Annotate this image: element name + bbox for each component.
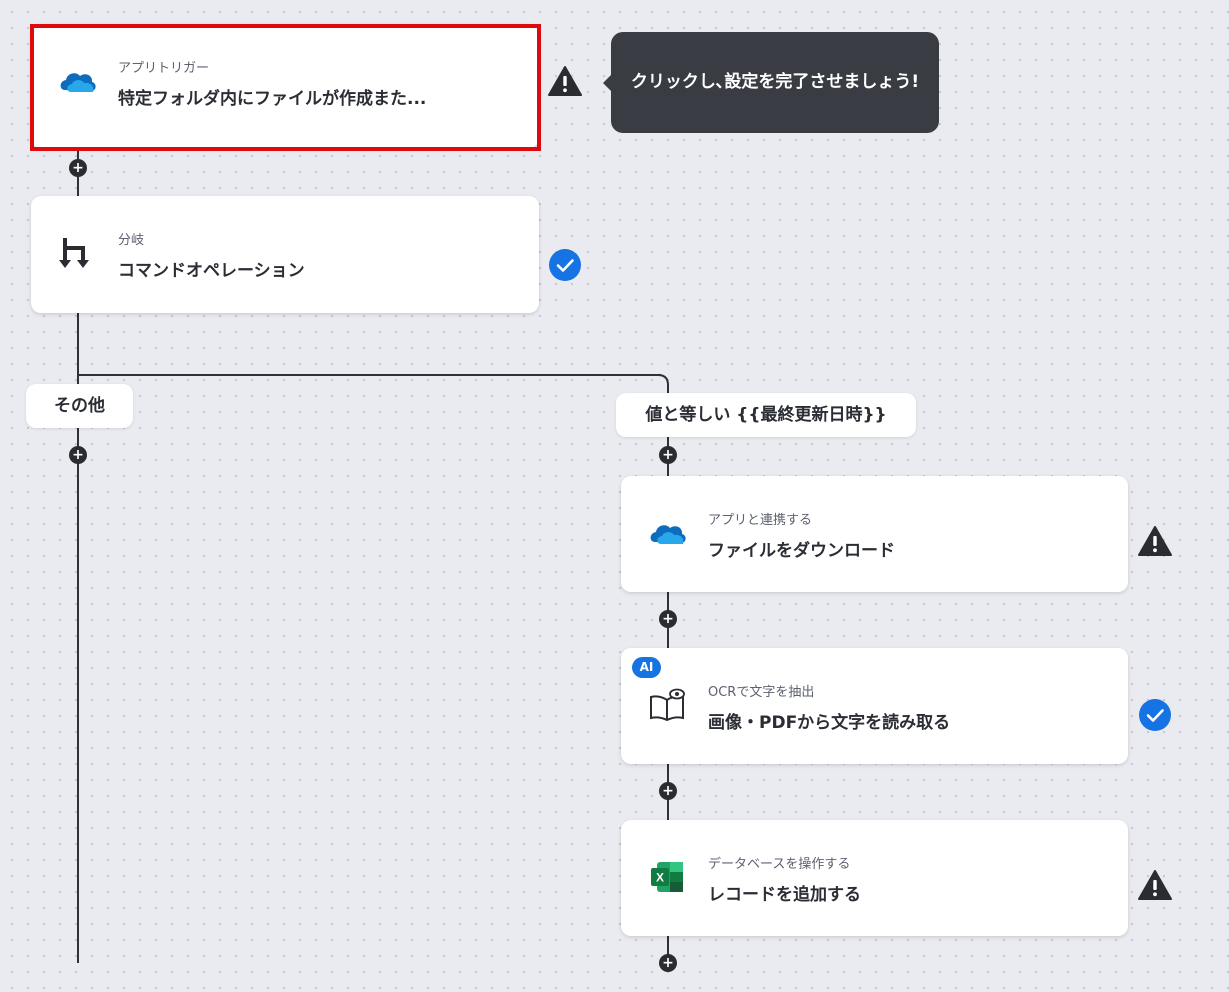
ai-badge: AI xyxy=(632,657,661,678)
step-title: レコードを追加する xyxy=(708,885,861,905)
setup-tooltip: クリックし､設定を完了させましょう! xyxy=(603,32,939,133)
ocr-book-eye-icon xyxy=(650,688,685,722)
connector-branch-split xyxy=(77,374,661,376)
ocr-step-card[interactable]: OCRで文字を抽出 画像・PDFから文字を読み取る xyxy=(621,648,1128,764)
svg-text:X: X xyxy=(656,871,664,885)
step-subtitle: OCRで文字を抽出 xyxy=(708,685,815,700)
warning-icon xyxy=(1138,526,1172,556)
step-title: コマンドオペレーション xyxy=(118,261,305,281)
add-step-button[interactable]: + xyxy=(659,782,677,800)
branch-label-text: その他 xyxy=(54,396,105,416)
branch-label-other[interactable]: その他 xyxy=(26,384,133,428)
add-step-button[interactable]: + xyxy=(69,159,87,177)
onedrive-icon xyxy=(650,525,686,544)
step-subtitle: データベースを操作する xyxy=(708,857,851,872)
excel-step-card[interactable]: X データベースを操作する レコードを追加する xyxy=(621,820,1128,936)
tooltip-arrow xyxy=(603,74,612,92)
step-subtitle: 分岐 xyxy=(118,233,145,248)
add-step-button[interactable]: + xyxy=(69,446,87,464)
warning-icon xyxy=(1138,870,1172,900)
branch-label-condition[interactable]: 値と等しい {{最終更新日時}} xyxy=(616,393,916,437)
add-step-button[interactable]: + xyxy=(659,610,677,628)
step-title: 画像・PDFから文字を読み取る xyxy=(708,713,951,733)
step-subtitle: アプリと連携する xyxy=(708,513,813,528)
add-step-button[interactable]: + xyxy=(659,446,677,464)
branch-icon xyxy=(59,238,89,268)
selected-step-highlight xyxy=(30,24,541,151)
tooltip-text: クリックし､設定を完了させましょう! xyxy=(630,72,920,92)
add-step-button[interactable]: + xyxy=(659,954,677,972)
download-step-card[interactable]: アプリと連携する ファイルをダウンロード xyxy=(621,476,1128,592)
branch-step-card[interactable]: 分岐 コマンドオペレーション xyxy=(31,196,539,313)
step-title: ファイルをダウンロード xyxy=(708,541,895,561)
branch-label-text: 値と等しい {{最終更新日時}} xyxy=(645,405,887,425)
complete-check-icon xyxy=(1139,699,1171,731)
warning-icon xyxy=(548,66,582,96)
complete-check-icon xyxy=(549,249,581,281)
excel-icon: X xyxy=(651,862,683,892)
